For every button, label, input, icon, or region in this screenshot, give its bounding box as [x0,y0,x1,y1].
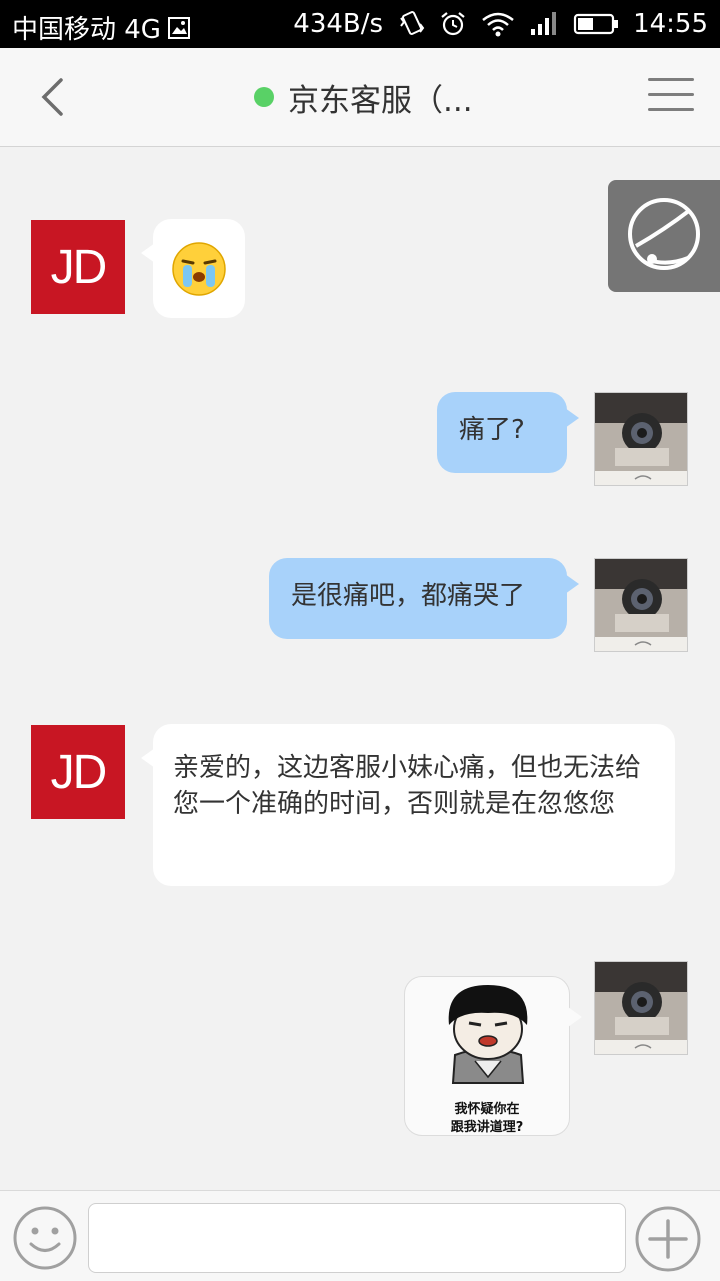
vibrate-icon [400,11,425,35]
carrier-label: 中国移动 4G [12,15,161,45]
user-photo-icon [595,559,687,651]
battery-icon [573,13,619,35]
alarm-icon [441,12,465,36]
customer-service-headset-icon [628,198,700,270]
smiley-icon [13,1206,77,1270]
message-bubble-sticker[interactable]: 我怀疑你在 跟我讲道理? [404,976,582,1136]
more-actions-button[interactable] [634,1205,702,1273]
plus-icon [635,1206,701,1272]
jd-avatar-text: JD [50,745,108,799]
user-avatar[interactable] [594,392,688,486]
menu-icon-line [648,93,694,96]
image-icon [167,16,190,39]
page-title: 京东客服（... [288,82,473,119]
message-text: 痛了? [459,415,525,445]
message-bubble-emoji[interactable] [141,219,245,318]
input-bar [0,1190,720,1281]
emoji-button[interactable] [12,1205,78,1271]
chevron-left-icon [41,78,63,116]
user-photo-icon [595,393,687,485]
online-status-dot [254,87,274,107]
menu-icon-line [648,108,694,111]
nav-bar: 京东客服（... [0,48,720,147]
chat-title-area: 京东客服（... [254,70,473,124]
user-photo-icon [595,962,687,1054]
message-text: 亲爱的，这边客服小妹心痛，但也无法给您一个准确的时间，否则就是在忽悠您 [173,753,642,819]
menu-button[interactable] [648,78,694,118]
wifi-icon [482,12,514,37]
meme-sticker-image [448,985,528,1084]
menu-icon-line [648,78,694,81]
message-bubble-text[interactable]: 是很痛吧，都痛哭了 [269,558,579,639]
message-text: 是很痛吧，都痛哭了 [291,581,526,611]
sticker-caption-line2: 跟我讲道理? [450,1120,524,1135]
message-bubble-text[interactable]: 亲爱的，这边客服小妹心痛，但也无法给您一个准确的时间，否则就是在忽悠您 [141,724,675,886]
network-speed: 434B/s [293,9,384,39]
jd-avatar-text: JD [50,240,108,294]
user-avatar[interactable] [594,961,688,1055]
jd-avatar[interactable]: JD [31,725,125,819]
back-button[interactable] [30,72,80,122]
message-bubble-text[interactable]: 痛了? [437,392,579,473]
clock: 14:55 [633,9,708,39]
user-avatar[interactable] [594,558,688,652]
signal-icon [531,12,557,35]
sticker-caption-line1: 我怀疑你在 [454,1102,520,1117]
crying-face-emoji [172,242,226,296]
jd-avatar[interactable]: JD [31,220,125,314]
customer-service-float-button[interactable] [608,180,720,292]
status-bar: 中国移动 4G 434B/s 14:55 [0,0,720,48]
message-input[interactable] [88,1203,626,1273]
